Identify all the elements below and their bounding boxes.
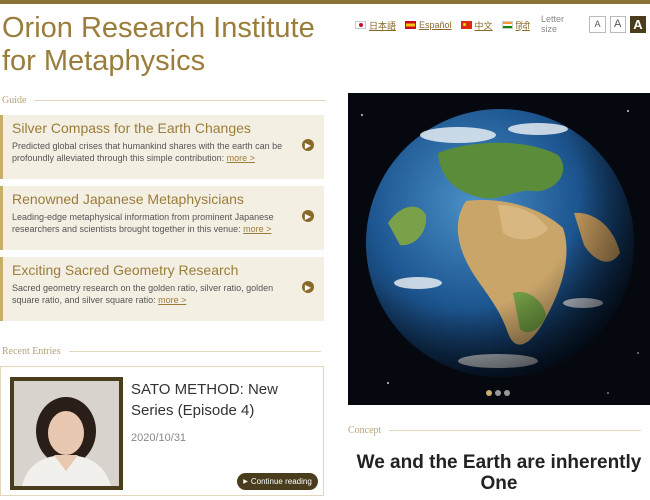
- lang-label: 日本語: [369, 20, 397, 31]
- concept-statement: We and the Earth are inherently One: [356, 452, 642, 494]
- earth-globe-image: [361, 109, 639, 394]
- guide-section-heading: Guide: [2, 95, 327, 106]
- letter-size-control: Letter size A A A: [541, 14, 650, 34]
- guide-item-title[interactable]: Exciting Sacred Geometry Research: [12, 261, 294, 280]
- guide-item-japanese-metaphysicians[interactable]: Renowned Japanese Metaphysicians Leading…: [0, 186, 324, 250]
- jp-flag-icon: [355, 21, 366, 29]
- guide-item-title[interactable]: Renowned Japanese Metaphysicians: [12, 190, 294, 209]
- language-switcher: 日本語 Español 中文 हिंदी: [355, 17, 539, 33]
- recent-entries-heading: Recent Entries: [2, 346, 321, 357]
- slide-dot[interactable]: [486, 390, 492, 396]
- guide-item-title[interactable]: Silver Compass for the Earth Changes: [12, 119, 294, 138]
- lang-link-spanish[interactable]: Español: [405, 20, 452, 30]
- more-link[interactable]: more >: [243, 224, 271, 234]
- author-photo[interactable]: [10, 377, 123, 490]
- letter-size-small-button[interactable]: A: [589, 15, 606, 33]
- guide-item-desc: Leading-edge metaphysical information fr…: [12, 211, 294, 235]
- es-flag-icon: [405, 21, 417, 29]
- guide-item-desc: Predicted global crises that humankind s…: [12, 140, 294, 164]
- letter-size-large-button[interactable]: A: [629, 15, 647, 33]
- section-divider: [68, 351, 321, 352]
- lang-label: Español: [419, 20, 452, 30]
- guide-item-desc: Sacred geometry research on the golden r…: [12, 282, 294, 306]
- guide-label: Guide: [2, 95, 27, 106]
- more-link[interactable]: more >: [158, 295, 186, 305]
- top-accent-bar: [0, 0, 650, 4]
- chevron-right-icon[interactable]: ▶: [302, 210, 314, 222]
- entry-title[interactable]: SATO METHOD: New Series (Episode 4): [131, 379, 316, 421]
- guide-item-desc-text: Leading-edge metaphysical information fr…: [12, 212, 274, 234]
- continue-reading-label: Continue reading: [250, 477, 312, 486]
- section-divider: [34, 100, 327, 101]
- letter-size-label: Letter size: [541, 14, 565, 34]
- recent-entry-card[interactable]: SATO METHOD: New Series (Episode 4) 2020…: [0, 366, 324, 496]
- slideshow-pagination: [486, 390, 513, 396]
- guide-item-desc-text: Sacred geometry research on the golden r…: [12, 283, 274, 305]
- more-link[interactable]: more >: [227, 153, 255, 163]
- guide-item-sacred-geometry[interactable]: Exciting Sacred Geometry Research Sacred…: [0, 257, 324, 321]
- chevron-right-icon[interactable]: ▶: [302, 281, 314, 293]
- recent-entries-label: Recent Entries: [2, 346, 61, 357]
- site-title[interactable]: Orion Research Institute for Metaphysics: [2, 12, 342, 78]
- concept-section-heading: Concept: [348, 425, 642, 436]
- continue-reading-button[interactable]: ▶ Continue reading: [237, 473, 318, 490]
- in-flag-icon: [501, 21, 513, 29]
- slide-dot[interactable]: [495, 390, 501, 396]
- lang-link-chinese[interactable]: 中文: [460, 19, 493, 32]
- concept-label: Concept: [348, 425, 382, 436]
- lang-label: हिंदी: [515, 20, 530, 31]
- letter-size-medium-button[interactable]: A: [609, 15, 626, 33]
- guide-item-silver-compass[interactable]: Silver Compass for the Earth Changes Pre…: [0, 115, 324, 179]
- chevron-right-icon[interactable]: ▶: [302, 139, 314, 151]
- section-divider: [389, 430, 642, 431]
- hero-slideshow[interactable]: [348, 93, 650, 405]
- play-arrow-icon: ▶: [243, 479, 248, 485]
- lang-link-japanese[interactable]: 日本語: [355, 19, 396, 32]
- cn-flag-icon: [460, 21, 472, 29]
- portrait-image: [14, 381, 119, 486]
- lang-label: 中文: [474, 20, 493, 31]
- slide-dot[interactable]: [504, 390, 510, 396]
- lang-link-hindi[interactable]: हिंदी: [501, 19, 530, 32]
- entry-date: 2020/10/31: [131, 432, 187, 444]
